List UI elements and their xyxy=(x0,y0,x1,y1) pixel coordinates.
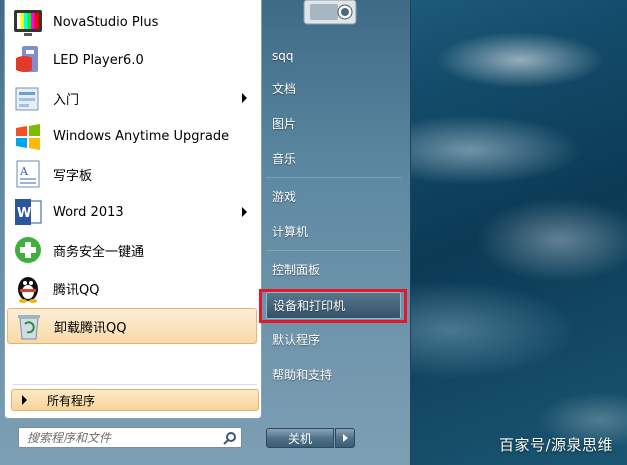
program-windows-anytime-upgrade[interactable]: Windows Anytime Upgrade xyxy=(7,118,257,154)
link-control-panel[interactable]: 控制面板 xyxy=(266,257,401,284)
divider xyxy=(13,384,257,385)
link-computer[interactable]: 计算机 xyxy=(266,219,401,246)
link-help-and-support[interactable]: 帮助和支持 xyxy=(266,362,401,389)
watermark-text: 百家号/源泉思维 xyxy=(498,436,613,454)
all-programs-label: 所有程序 xyxy=(47,393,96,408)
wordpad-icon: A xyxy=(12,158,44,190)
svg-text:W: W xyxy=(17,206,31,221)
submenu-arrow-icon xyxy=(242,207,247,217)
windows-flag-icon xyxy=(12,120,44,152)
program-label: Windows Anytime Upgrade xyxy=(53,128,230,144)
search-icon[interactable] xyxy=(223,431,237,445)
shutdown-button[interactable]: 关机 xyxy=(266,428,334,448)
link-music[interactable]: 音乐 xyxy=(266,146,401,173)
program-label: Word 2013 xyxy=(53,204,124,220)
all-programs-button[interactable]: 所有程序 xyxy=(11,389,259,411)
qq-penguin-icon xyxy=(12,272,44,304)
word-icon: W xyxy=(12,196,44,228)
triangle-right-icon xyxy=(22,395,27,405)
getting-started-icon xyxy=(12,82,44,114)
search-box[interactable] xyxy=(18,427,242,448)
program-business-security[interactable]: 商务安全一键通 xyxy=(7,232,257,268)
green-plus-icon xyxy=(12,234,44,266)
search-input[interactable] xyxy=(27,430,223,445)
programs-pane: NovaStudio Plus LED Player6.0 入门 Windows… xyxy=(4,0,262,419)
tv-color-bars-icon xyxy=(12,6,44,38)
program-label: 卸载腾讯QQ xyxy=(54,320,127,336)
divider xyxy=(266,250,401,251)
uninstall-recycle-icon xyxy=(13,310,45,342)
program-uninstall-tencent-qq[interactable]: 卸载腾讯QQ xyxy=(7,308,257,344)
shutdown-options-button[interactable] xyxy=(335,428,355,448)
program-label: 商务安全一键通 xyxy=(53,244,145,260)
program-label: NovaStudio Plus xyxy=(53,14,159,30)
link-pictures[interactable]: 图片 xyxy=(266,111,401,138)
submenu-arrow-icon xyxy=(242,93,247,103)
link-default-programs[interactable]: 默认程序 xyxy=(266,327,401,354)
program-label: 腾讯QQ xyxy=(53,282,100,298)
program-label: 入门 xyxy=(53,92,80,108)
svg-text:A: A xyxy=(19,165,29,178)
link-user-sqq[interactable]: sqq xyxy=(266,43,401,70)
link-games[interactable]: 游戏 xyxy=(266,184,401,211)
program-tencent-qq[interactable]: 腾讯QQ xyxy=(7,270,257,306)
divider xyxy=(266,177,401,178)
user-picture-camera-icon[interactable] xyxy=(300,0,360,28)
program-novastudio-plus[interactable]: NovaStudio Plus xyxy=(7,4,257,40)
program-wordpad[interactable]: A 写字板 xyxy=(7,156,257,192)
program-label: LED Player6.0 xyxy=(53,52,144,68)
program-getting-started[interactable]: 入门 xyxy=(7,80,257,116)
program-led-player[interactable]: LED Player6.0 xyxy=(7,42,257,78)
arrow-right-icon xyxy=(343,434,348,442)
start-menu: NovaStudio Plus LED Player6.0 入门 Windows… xyxy=(0,0,411,465)
program-word-2013[interactable]: W Word 2013 xyxy=(7,194,257,230)
led-player-icon xyxy=(12,44,44,76)
link-documents[interactable]: 文档 xyxy=(266,76,401,103)
highlight-annotation-box xyxy=(259,289,407,323)
program-label: 写字板 xyxy=(53,168,93,184)
